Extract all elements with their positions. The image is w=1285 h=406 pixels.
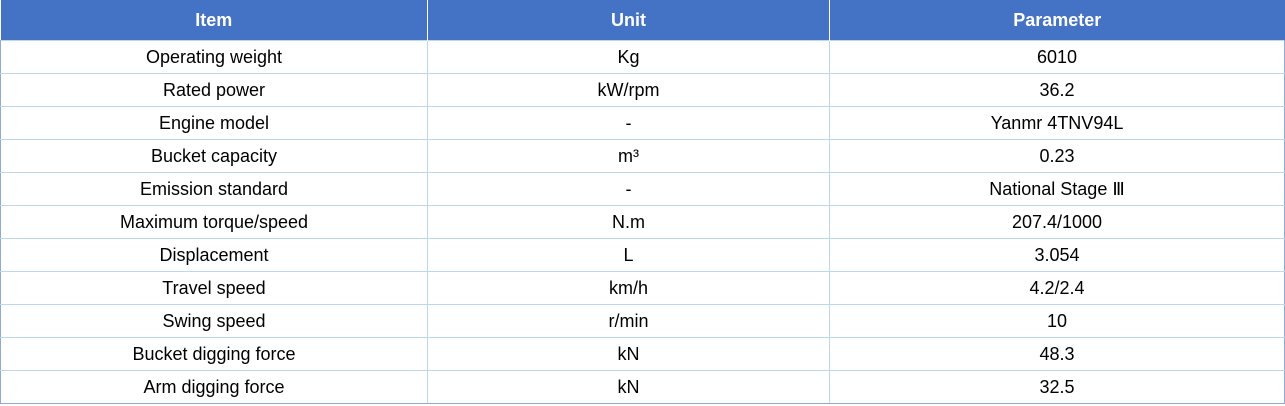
cell-parameter: 4.2/2.4 <box>829 271 1285 305</box>
header-item: Item <box>0 0 428 41</box>
cell-parameter: Yanmr 4TNV94L <box>829 106 1285 140</box>
table-row: Bucket digging force kN 48.3 <box>0 337 1285 371</box>
table-row: Maximum torque/speed N.m 207.4/1000 <box>0 205 1285 239</box>
cell-unit: - <box>427 172 830 206</box>
cell-item: Rated power <box>0 73 428 107</box>
table-row: Operating weight Kg 6010 <box>0 40 1285 74</box>
cell-item: Arm digging force <box>0 370 428 404</box>
cell-item: Displacement <box>0 238 428 272</box>
cell-item: Bucket digging force <box>0 337 428 371</box>
table-row: Emission standard - National Stage Ⅲ <box>0 172 1285 206</box>
table-header: Item Unit Parameter <box>0 0 1285 41</box>
cell-item: Maximum torque/speed <box>0 205 428 239</box>
table-body: Operating weight Kg 6010 Rated power kW/… <box>0 40 1285 404</box>
table-row: Displacement L 3.054 <box>0 238 1285 272</box>
cell-item: Swing speed <box>0 304 428 338</box>
cell-item: Operating weight <box>0 40 428 74</box>
table-row: Engine model - Yanmr 4TNV94L <box>0 106 1285 140</box>
cell-parameter: National Stage Ⅲ <box>829 172 1285 206</box>
header-row: Item Unit Parameter <box>0 0 1285 41</box>
cell-unit: km/h <box>427 271 830 305</box>
cell-parameter: 0.23 <box>829 139 1285 173</box>
cell-item: Travel speed <box>0 271 428 305</box>
cell-unit: r/min <box>427 304 830 338</box>
cell-unit: kN <box>427 370 830 404</box>
cell-unit: kW/rpm <box>427 73 830 107</box>
table-row: Swing speed r/min 10 <box>0 304 1285 338</box>
cell-parameter: 36.2 <box>829 73 1285 107</box>
spec-table: Item Unit Parameter Operating weight Kg … <box>0 0 1285 404</box>
cell-parameter: 207.4/1000 <box>829 205 1285 239</box>
table-row: Bucket capacity m³ 0.23 <box>0 139 1285 173</box>
cell-parameter: 10 <box>829 304 1285 338</box>
cell-item: Emission standard <box>0 172 428 206</box>
cell-unit: L <box>427 238 830 272</box>
cell-unit: kN <box>427 337 830 371</box>
table-row: Rated power kW/rpm 36.2 <box>0 73 1285 107</box>
cell-unit: - <box>427 106 830 140</box>
cell-unit: Kg <box>427 40 830 74</box>
header-unit: Unit <box>427 0 830 41</box>
cell-item: Bucket capacity <box>0 139 428 173</box>
cell-parameter: 3.054 <box>829 238 1285 272</box>
cell-parameter: 6010 <box>829 40 1285 74</box>
cell-parameter: 32.5 <box>829 370 1285 404</box>
cell-parameter: 48.3 <box>829 337 1285 371</box>
header-parameter: Parameter <box>829 0 1285 41</box>
cell-item: Engine model <box>0 106 428 140</box>
table-row: Travel speed km/h 4.2/2.4 <box>0 271 1285 305</box>
cell-unit: N.m <box>427 205 830 239</box>
table-row: Arm digging force kN 32.5 <box>0 370 1285 404</box>
cell-unit: m³ <box>427 139 830 173</box>
